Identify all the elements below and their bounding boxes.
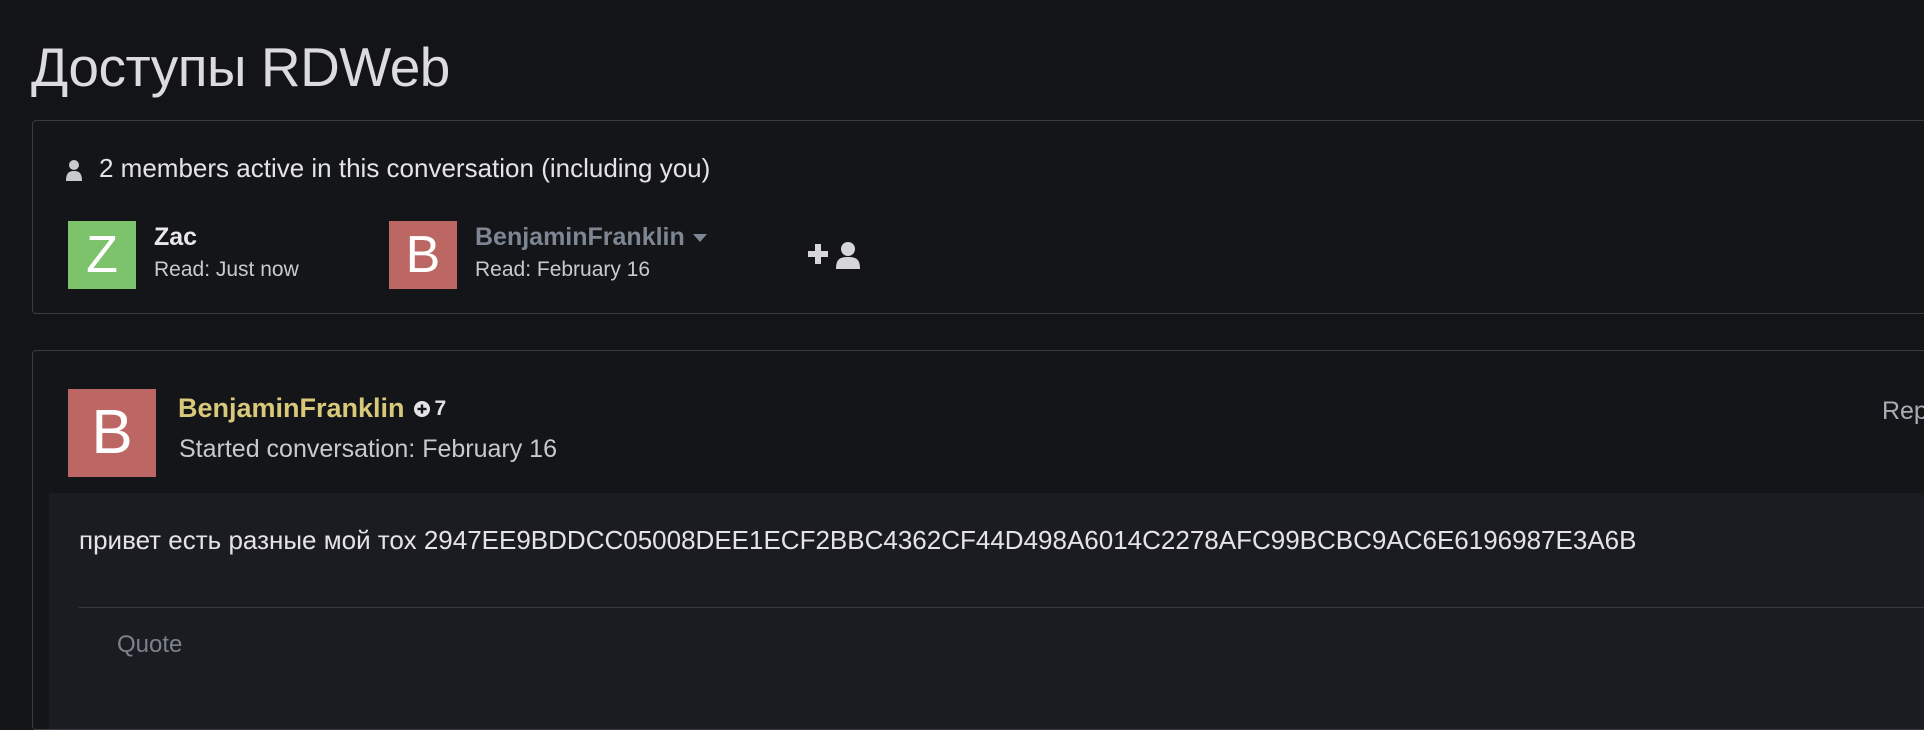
person-icon <box>66 159 82 181</box>
plus-circle-icon <box>413 400 430 417</box>
post-author-row: BenjaminFranklin 7 <box>178 393 446 424</box>
post-author-link[interactable]: BenjaminFranklin <box>178 393 405 424</box>
chevron-down-icon <box>692 234 707 242</box>
post-started-date: Started conversation: February 16 <box>179 435 557 463</box>
message-text: привет есть разные мой тох 2947EE9BDDCC0… <box>79 525 1637 555</box>
member-read-status: Read: Just now <box>154 258 299 281</box>
members-heading-text: 2 members active in this conversation (i… <box>99 153 711 183</box>
members-panel: 2 members active in this conversation (i… <box>32 120 1924 314</box>
avatar[interactable]: Z <box>68 221 136 289</box>
avatar-letter: B <box>91 398 133 467</box>
member-name-text: Zac <box>154 223 198 251</box>
reputation-badge: 7 <box>413 396 447 421</box>
divider <box>79 607 1924 608</box>
report-button[interactable]: Report <box>1882 397 1924 426</box>
members-heading: 2 members active in this conversation (i… <box>65 153 710 184</box>
add-user-icon[interactable] <box>808 239 866 275</box>
member-name-dropdown[interactable]: BenjaminFranklin <box>475 221 707 253</box>
message-post: B BenjaminFranklin 7 Started conversatio… <box>32 350 1924 730</box>
member-read-status: Read: February 16 <box>475 258 651 281</box>
avatar-letter: B <box>405 226 441 284</box>
avatar[interactable]: B <box>68 389 156 477</box>
reputation-count: 7 <box>434 396 447 420</box>
quote-button[interactable]: Quote <box>117 631 182 659</box>
avatar[interactable]: B <box>389 221 457 289</box>
avatar-letter: Z <box>86 226 118 284</box>
member-zac: Z Zac Read: Just now <box>68 221 299 289</box>
member-name-text: BenjaminFranklin <box>475 223 685 251</box>
member-name[interactable]: Zac <box>154 221 299 253</box>
post-body: привет есть разные мой тох 2947EE9BDDCC0… <box>49 493 1924 729</box>
member-benjaminfranklin: B BenjaminFranklin Read: February 16 <box>389 221 707 289</box>
page-title: Доступы RDWeb <box>31 36 450 98</box>
